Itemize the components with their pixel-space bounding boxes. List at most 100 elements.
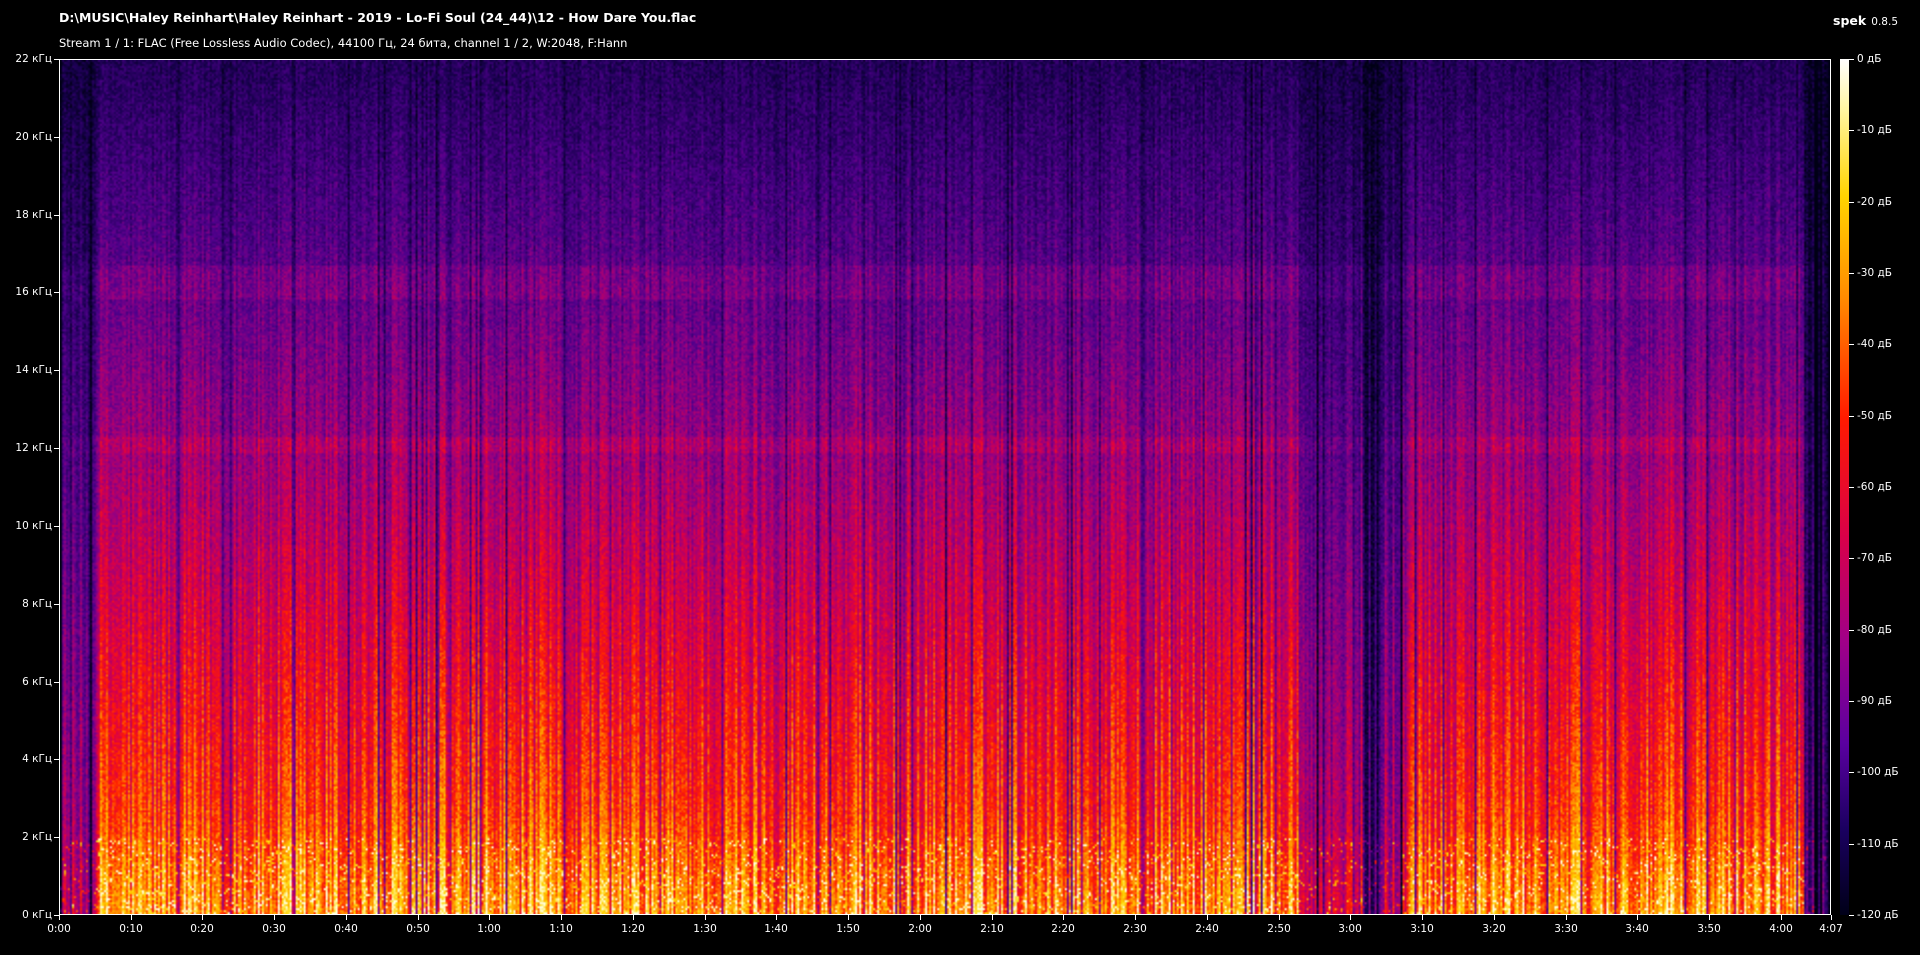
decibel-tick xyxy=(1849,202,1854,203)
time-tick xyxy=(1709,915,1710,920)
time-tick xyxy=(776,915,777,920)
decibel-tick-label: -50 дБ xyxy=(1857,410,1892,422)
frequency-tick xyxy=(54,526,59,527)
decibel-tick-label: -10 дБ xyxy=(1857,124,1892,136)
frequency-tick xyxy=(54,448,59,449)
frequency-tick xyxy=(54,215,59,216)
time-tick xyxy=(1637,915,1638,920)
time-tick-label: 4:07 xyxy=(1819,923,1843,935)
time-tick xyxy=(920,915,921,920)
frequency-tick-label: 14 кГц xyxy=(15,364,52,376)
decibel-tick xyxy=(1849,416,1854,417)
frequency-tick-label: 0 кГц xyxy=(22,909,52,921)
frequency-tick xyxy=(54,604,59,605)
frequency-tick xyxy=(54,837,59,838)
time-tick xyxy=(848,915,849,920)
time-tick-label: 2:20 xyxy=(1051,923,1075,935)
frequency-tick-label: 2 кГц xyxy=(22,831,52,843)
time-tick xyxy=(1063,915,1064,920)
app-name: spek xyxy=(1833,13,1867,28)
time-tick-label: 1:10 xyxy=(549,923,573,935)
frequency-tick-label: 22 кГц xyxy=(15,53,52,65)
frequency-tick-label: 16 кГц xyxy=(15,286,52,298)
app-version: 0.8.5 xyxy=(1871,16,1898,28)
time-tick-label: 1:50 xyxy=(836,923,860,935)
app-brand: spek 0.8.5 xyxy=(1833,10,1898,29)
spek-window: D:\MUSIC\Haley Reinhart\Haley Reinhart -… xyxy=(0,0,1920,955)
stream-info-text: Stream 1 / 1: FLAC (Free Lossless Audio … xyxy=(59,36,628,50)
decibel-tick-label: -100 дБ xyxy=(1857,766,1899,778)
time-tick xyxy=(1207,915,1208,920)
time-tick xyxy=(1566,915,1567,920)
decibel-tick-label: -60 дБ xyxy=(1857,481,1892,493)
decibel-tick xyxy=(1849,558,1854,559)
time-tick xyxy=(418,915,419,920)
time-tick-label: 3:00 xyxy=(1338,923,1362,935)
frequency-tick xyxy=(54,137,59,138)
frequency-tick xyxy=(54,682,59,683)
time-tick-label: 1:40 xyxy=(764,923,788,935)
time-tick xyxy=(59,915,60,920)
spectrogram-plot[interactable] xyxy=(59,59,1831,915)
time-tick-label: 3:40 xyxy=(1625,923,1649,935)
time-tick-label: 2:50 xyxy=(1267,923,1291,935)
decibel-tick-label: -70 дБ xyxy=(1857,552,1892,564)
decibel-tick xyxy=(1849,344,1854,345)
time-tick-label: 0:20 xyxy=(190,923,214,935)
decibel-tick-label: -40 дБ xyxy=(1857,338,1892,350)
decibel-tick xyxy=(1849,630,1854,631)
time-tick xyxy=(1781,915,1782,920)
frequency-tick-label: 4 кГц xyxy=(22,753,52,765)
frequency-tick-label: 12 кГц xyxy=(15,442,52,454)
time-tick xyxy=(1831,915,1832,920)
time-tick xyxy=(992,915,993,920)
decibel-tick xyxy=(1849,844,1854,845)
time-tick xyxy=(1422,915,1423,920)
frequency-tick-label: 20 кГц xyxy=(15,131,52,143)
spectrogram-image xyxy=(60,60,1830,914)
decibel-tick xyxy=(1849,772,1854,773)
decibel-tick xyxy=(1849,701,1854,702)
time-tick-label: 4:00 xyxy=(1769,923,1793,935)
frequency-tick-label: 10 кГц xyxy=(15,520,52,532)
decibel-tick-label: -110 дБ xyxy=(1857,838,1899,850)
time-tick-label: 2:10 xyxy=(980,923,1004,935)
frequency-tick xyxy=(54,759,59,760)
time-tick xyxy=(202,915,203,920)
frequency-tick xyxy=(54,292,59,293)
frequency-tick xyxy=(54,59,59,60)
decibel-tick xyxy=(1849,130,1854,131)
decibel-tick-label: -80 дБ xyxy=(1857,624,1892,636)
decibel-tick xyxy=(1849,59,1854,60)
decibel-tick xyxy=(1849,487,1854,488)
time-tick-label: 1:20 xyxy=(621,923,645,935)
time-tick-label: 0:10 xyxy=(119,923,143,935)
time-tick xyxy=(1494,915,1495,920)
time-tick xyxy=(346,915,347,920)
decibel-tick-label: 0 дБ xyxy=(1857,53,1882,65)
time-tick xyxy=(1350,915,1351,920)
frequency-tick-label: 6 кГц xyxy=(22,676,52,688)
frequency-tick xyxy=(54,370,59,371)
time-tick xyxy=(489,915,490,920)
time-tick-label: 0:50 xyxy=(406,923,430,935)
decibel-tick xyxy=(1849,915,1854,916)
time-tick xyxy=(274,915,275,920)
time-tick-label: 3:50 xyxy=(1697,923,1721,935)
frequency-tick-label: 18 кГц xyxy=(15,209,52,221)
decibel-tick-label: -30 дБ xyxy=(1857,267,1892,279)
time-tick xyxy=(633,915,634,920)
decibel-color-scale xyxy=(1840,59,1849,915)
time-tick-label: 3:10 xyxy=(1410,923,1434,935)
time-tick xyxy=(561,915,562,920)
decibel-tick-label: -120 дБ xyxy=(1857,909,1899,921)
time-tick-label: 0:30 xyxy=(262,923,286,935)
time-tick-label: 0:00 xyxy=(47,923,71,935)
time-tick-label: 2:30 xyxy=(1123,923,1147,935)
time-tick xyxy=(1279,915,1280,920)
decibel-tick-label: -20 дБ xyxy=(1857,196,1892,208)
decibel-tick xyxy=(1849,273,1854,274)
time-tick-label: 1:00 xyxy=(477,923,501,935)
time-tick-label: 0:40 xyxy=(334,923,358,935)
time-tick-label: 3:30 xyxy=(1554,923,1578,935)
